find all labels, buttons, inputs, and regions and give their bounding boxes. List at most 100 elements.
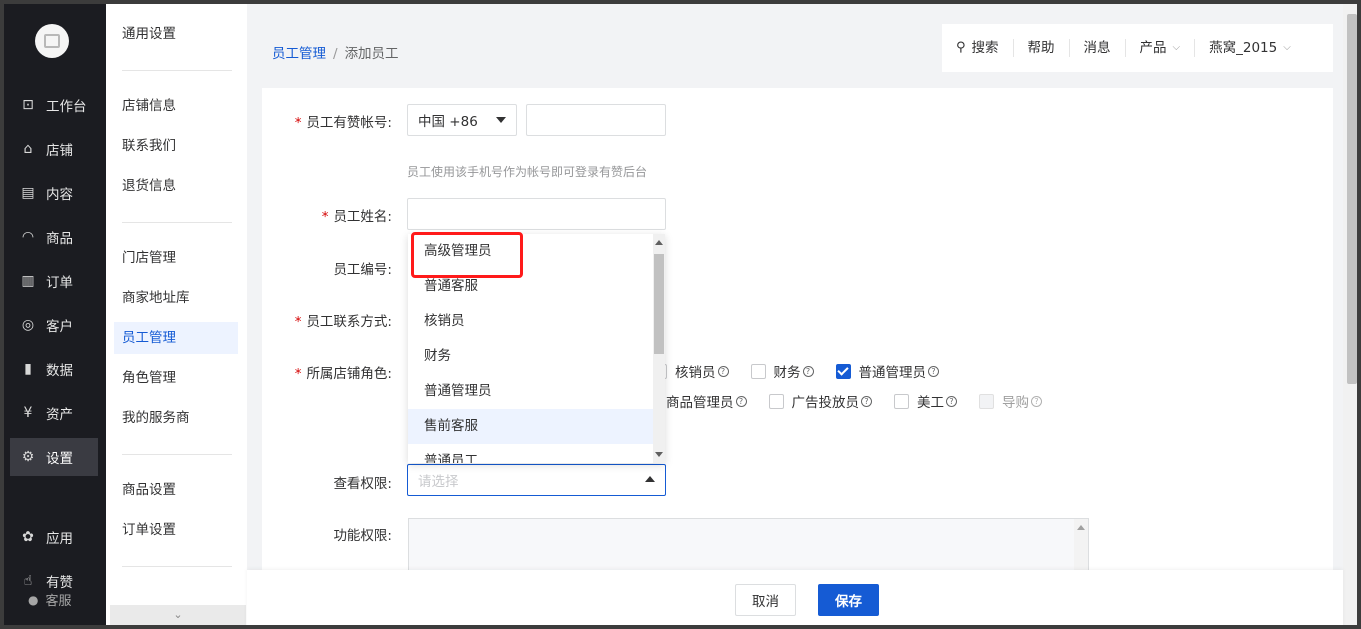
customer-service-label: 客服 [45, 594, 72, 609]
chevron-down-icon: ⌵ [1172, 42, 1181, 53]
user-menu[interactable]: 燕窝_2015 ⌵ [1195, 39, 1305, 57]
nav-item-1[interactable]: ⌂ 店铺 [10, 130, 98, 168]
nav-item-label: 工作台 [46, 99, 87, 115]
nav-item-8[interactable]: ⚙ 设置 [10, 438, 98, 476]
user-name: 燕窝_2015 [1209, 40, 1278, 56]
apps-icon: ✿ [22, 529, 34, 545]
help-icon[interactable]: ? [735, 395, 747, 407]
nav-item-9[interactable]: ✿ 应用 [10, 518, 98, 556]
search-button[interactable]: ⚲ 搜索 [942, 39, 1014, 57]
help-button[interactable]: 帮助 [1014, 39, 1070, 57]
scroll-thumb[interactable] [654, 254, 664, 354]
role-checkbox-label: 核销员 [675, 365, 716, 381]
contact-label: * 员工联系方式: [262, 310, 392, 330]
help-icon[interactable]: ? [802, 365, 814, 377]
account-label: * 员工有赞帐号: [262, 111, 392, 131]
customer-service-link[interactable]: ● 客服 [28, 590, 72, 610]
messages-button[interactable]: 消息 [1070, 39, 1126, 57]
phone-input[interactable] [526, 104, 666, 136]
dropdown-option[interactable]: 普通管理员 [408, 374, 653, 409]
subnav-item-8[interactable]: 我的服务商 [114, 402, 238, 434]
role-label: * 所属店铺角色: [262, 362, 392, 382]
subnav-item-5[interactable]: 商家地址库 [114, 282, 238, 314]
subnav-divider [122, 454, 232, 455]
subnav-item-6[interactable]: 员工管理 [114, 322, 238, 354]
role-checkbox-label: 广告投放员 [791, 395, 860, 411]
number-label: 员工编号: [333, 262, 392, 278]
checkbox-icon[interactable] [768, 393, 784, 409]
dropdown-scrollbar[interactable] [653, 234, 665, 463]
help-icon[interactable]: ? [946, 395, 957, 407]
breadcrumb-current: 添加员工 [344, 46, 399, 62]
shop-logo[interactable] [35, 24, 69, 58]
role-checkbox[interactable]: 美工? [894, 391, 957, 411]
checkbox-checked-icon[interactable] [835, 363, 851, 379]
chevron-down-icon: ⌄ [173, 608, 183, 621]
app-window: ⊡ 工作台 ⌂ 店铺 ▤ 内容 ◠ 商品 ▥ 订单 ◎ 客户 ▮ 数据 ¥ 资产 ⚙ 设置 ✿ 应用 ☝ 有赞 ● 客服 … [0, 0, 1361, 629]
nav-item-label: 资产 [46, 407, 73, 423]
role-checkbox[interactable]: 广告投放员? [768, 391, 872, 411]
country-code-select[interactable]: 中国 +86 [407, 104, 517, 136]
dropdown-option[interactable]: 财务 [408, 339, 653, 374]
nav-item-5[interactable]: ◎ 客户 [10, 306, 98, 344]
subnav-item-9[interactable]: 商品设置 [114, 474, 238, 506]
scroll-up-icon [1077, 525, 1085, 530]
role-checkbox-row-2: 商品管理员? 广告投放员? 美工? 导购? [666, 391, 1042, 411]
role-checkbox[interactable]: 商品管理员? [666, 391, 747, 411]
nav-item-2[interactable]: ▤ 内容 [10, 174, 98, 212]
subnav-item-1[interactable]: 店铺信息 [114, 90, 238, 122]
help-icon[interactable]: ? [861, 395, 872, 407]
dropdown-option[interactable]: 售前客服 [408, 409, 653, 444]
nav-item-0[interactable]: ⊡ 工作台 [10, 86, 98, 124]
page-scroll-thumb[interactable] [1347, 14, 1357, 384]
subnav-item-4[interactable]: 门店管理 [114, 242, 238, 274]
thumb-icon: ☝ [23, 573, 33, 589]
product-label: 产品 [1139, 40, 1167, 56]
nav-item-4[interactable]: ▥ 订单 [10, 262, 98, 300]
subnav-item-2[interactable]: 联系我们 [114, 130, 238, 162]
order-icon: ▥ [21, 273, 35, 289]
required-mark: * [294, 314, 302, 330]
product-menu[interactable]: 产品 ⌵ [1126, 39, 1196, 57]
subnav-item-7[interactable]: 角色管理 [114, 362, 238, 394]
bag-icon: ◠ [21, 229, 35, 245]
nav-item-3[interactable]: ◠ 商品 [10, 218, 98, 256]
nav-item-label: 商品 [46, 231, 73, 247]
view-permission-select[interactable]: 请选择 [407, 464, 666, 496]
breadcrumb: 员工管理 / 添加员工 [272, 42, 399, 62]
subnav-item-10[interactable]: 订单设置 [114, 514, 238, 546]
scrollbar[interactable] [1074, 519, 1088, 577]
caret-down-icon [496, 117, 506, 123]
checkbox-icon[interactable] [750, 363, 766, 379]
dropdown-option[interactable]: 核销员 [408, 304, 653, 339]
function-permission-box[interactable] [408, 518, 1089, 578]
save-button[interactable]: 保存 [818, 584, 879, 616]
dropdown-option[interactable]: 普通员工 [408, 444, 653, 463]
role-checkbox-label: 普通管理员 [858, 365, 927, 381]
help-icon[interactable]: ? [717, 365, 729, 377]
name-input[interactable] [407, 198, 666, 230]
role-checkbox[interactable]: 财务? [750, 361, 814, 381]
role-checkbox[interactable]: 核销员? [659, 361, 729, 381]
help-icon[interactable]: ? [928, 365, 939, 377]
cancel-button[interactable]: 取消 [735, 584, 796, 616]
nav-item-label: 店铺 [46, 143, 73, 159]
gear-icon: ⚙ [21, 449, 35, 465]
help-icon[interactable]: ? [1031, 395, 1042, 407]
checkbox-icon[interactable] [894, 393, 909, 409]
nav-item-6[interactable]: ▮ 数据 [10, 350, 98, 388]
breadcrumb-employee-management[interactable]: 员工管理 [272, 46, 326, 62]
user-icon: ◎ [21, 317, 35, 333]
role-checkbox[interactable]: 普通管理员? [835, 361, 939, 381]
required-mark: * [294, 366, 302, 382]
subnav-item-3[interactable]: 退货信息 [114, 170, 238, 202]
subnav-item-0[interactable]: 通用设置 [114, 18, 238, 50]
nav-item-7[interactable]: ¥ 资产 [10, 394, 98, 432]
name-label-text: 员工姓名: [333, 209, 392, 225]
subnav-collapse-button[interactable]: ⌄ [110, 605, 246, 625]
yen-icon: ¥ [23, 405, 33, 421]
page-scrollbar[interactable] [1343, 4, 1357, 625]
settings-subnav: 通用设置店铺信息联系我们退货信息门店管理商家地址库员工管理角色管理我的服务商商品… [106, 4, 247, 625]
store-icon: ⌂ [23, 141, 33, 157]
contact-label-text: 员工联系方式: [306, 314, 392, 330]
